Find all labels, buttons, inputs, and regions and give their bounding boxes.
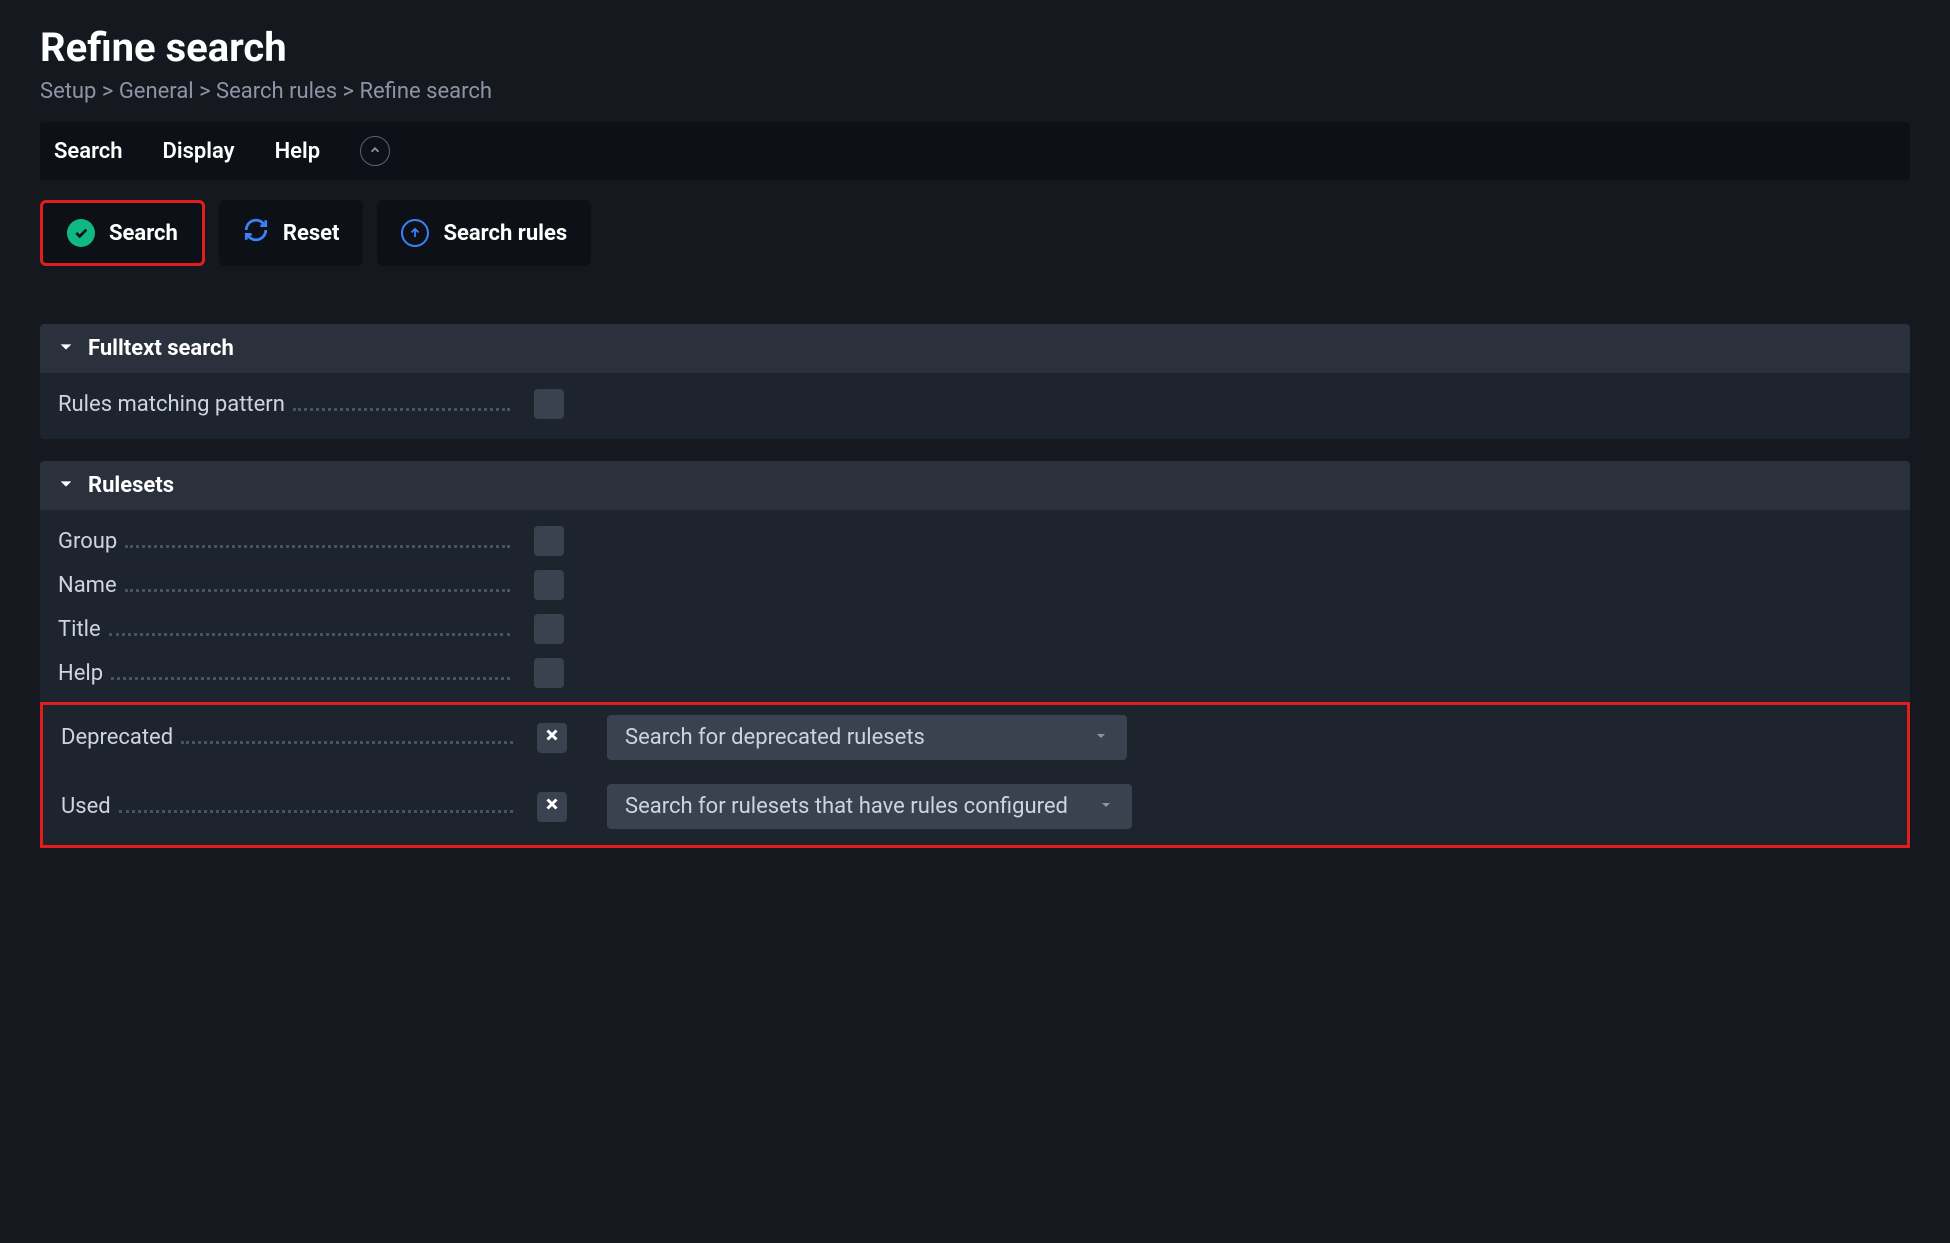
page-title: Refine search (40, 24, 1910, 71)
checkbox-title[interactable] (534, 614, 564, 644)
reset-button[interactable]: Reset (219, 200, 364, 266)
dots-filler (125, 545, 510, 548)
row-name: Name (58, 570, 1892, 600)
row-rules-matching-pattern: Rules matching pattern (58, 389, 1892, 419)
label-group: Group (58, 529, 117, 554)
dots-filler (125, 589, 510, 592)
row-help: Help (58, 658, 1892, 688)
dots-filler (119, 810, 513, 813)
caret-down-icon (1098, 794, 1114, 819)
menu-bar: Search Display Help (40, 122, 1910, 180)
label-deprecated: Deprecated (61, 725, 173, 750)
checkbox-deprecated[interactable] (537, 723, 567, 753)
section-rulesets: Rulesets Group Name Title (40, 461, 1910, 848)
select-deprecated[interactable]: Search for deprecated rulesets (607, 715, 1127, 760)
label-name: Name (58, 573, 117, 598)
collapse-button[interactable] (360, 136, 390, 166)
close-icon (543, 726, 561, 750)
section-fulltext-header[interactable]: Fulltext search (40, 324, 1910, 373)
row-deprecated: Deprecated Search for deprecated ruleset… (43, 715, 1907, 760)
check-icon (67, 219, 95, 247)
section-fulltext: Fulltext search Rules matching pattern (40, 324, 1910, 439)
label-used: Used (61, 794, 111, 819)
page-container: Refine search Setup > General > Search r… (0, 0, 1950, 894)
checkbox-rules-matching-pattern[interactable] (534, 389, 564, 419)
dots-filler (111, 677, 510, 680)
caret-down-icon (1093, 725, 1109, 750)
breadcrumb: Setup > General > Search rules > Refine … (40, 79, 1910, 104)
close-icon (543, 795, 561, 819)
reset-button-label: Reset (283, 221, 340, 246)
section-fulltext-title: Fulltext search (88, 336, 234, 361)
row-used: Used Search for rulesets that have rules… (43, 784, 1907, 829)
arrow-up-circle-icon (401, 219, 429, 247)
checkbox-group[interactable] (534, 526, 564, 556)
checkbox-used[interactable] (537, 792, 567, 822)
search-rules-button[interactable]: Search rules (377, 200, 591, 266)
section-rulesets-header[interactable]: Rulesets (40, 461, 1910, 510)
dots-filler (293, 408, 510, 411)
search-rules-button-label: Search rules (443, 221, 567, 246)
caret-down-icon (58, 474, 74, 498)
checkbox-help[interactable] (534, 658, 564, 688)
caret-down-icon (58, 337, 74, 361)
chevron-up-icon (368, 139, 382, 163)
section-fulltext-body: Rules matching pattern (40, 373, 1910, 439)
search-button-label: Search (109, 221, 178, 246)
highlighted-rows: Deprecated Search for deprecated ruleset… (40, 702, 1910, 848)
label-help: Help (58, 661, 103, 686)
section-rulesets-body: Group Name Title (40, 510, 1910, 848)
select-used-value: Search for rulesets that have rules conf… (625, 794, 1068, 819)
menu-help[interactable]: Help (275, 139, 321, 164)
action-row: Search Reset Search rules (40, 200, 1910, 266)
dots-filler (109, 633, 510, 636)
select-used[interactable]: Search for rulesets that have rules conf… (607, 784, 1132, 829)
search-button[interactable]: Search (40, 200, 205, 266)
label-title: Title (58, 617, 101, 642)
label-rules-matching-pattern: Rules matching pattern (58, 392, 285, 417)
reset-icon (243, 217, 269, 249)
select-deprecated-value: Search for deprecated rulesets (625, 725, 925, 750)
dots-filler (181, 741, 513, 744)
row-group: Group (58, 526, 1892, 556)
row-title: Title (58, 614, 1892, 644)
checkbox-name[interactable] (534, 570, 564, 600)
menu-search[interactable]: Search (54, 139, 123, 164)
section-rulesets-title: Rulesets (88, 473, 174, 498)
menu-display[interactable]: Display (163, 139, 235, 164)
